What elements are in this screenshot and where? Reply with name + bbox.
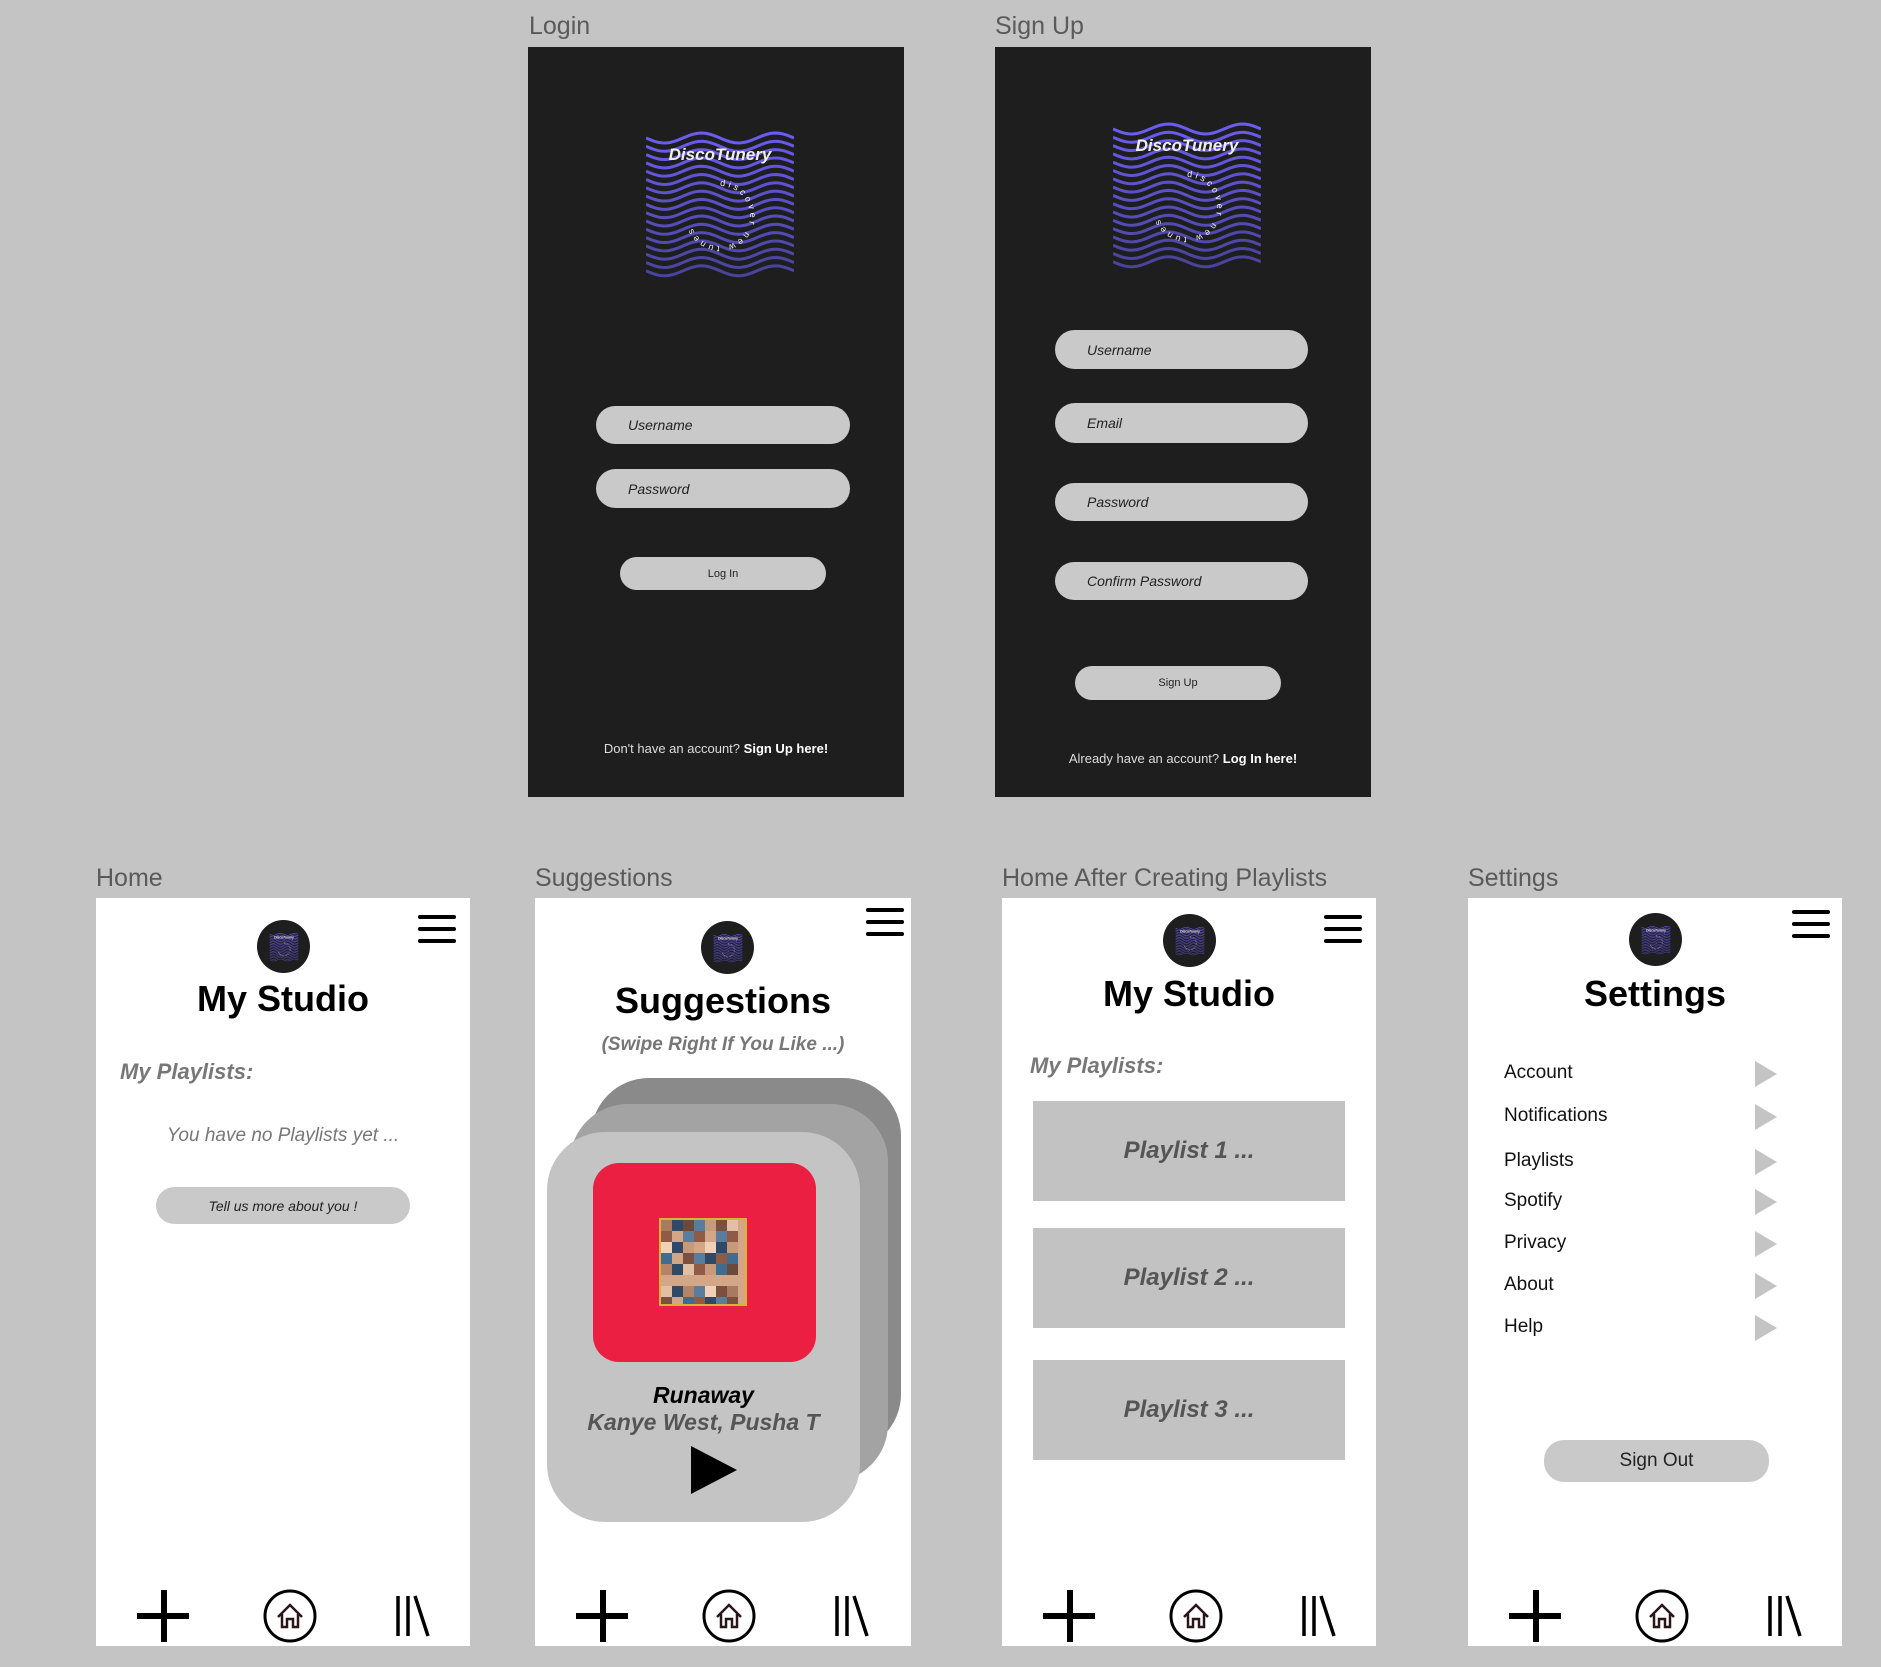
- playlists-heading: My Playlists:: [1030, 1053, 1164, 1078]
- home-icon[interactable]: [701, 1588, 757, 1644]
- settings-item-help[interactable]: Help: [1504, 1316, 1543, 1338]
- plus-icon[interactable]: [135, 1588, 191, 1644]
- logo-wordmark: DiscoTunery: [1136, 136, 1240, 155]
- swipe-hint: (Swipe Right If You Like ...): [601, 1034, 845, 1055]
- song-title: Runaway: [653, 1382, 754, 1408]
- page-title: Suggestions: [614, 980, 832, 1021]
- page-title: My Studio: [1103, 973, 1275, 1014]
- login-screen: DiscoTunery discover new tunes Username P…: [528, 47, 904, 797]
- settings-frame-label: Settings: [1468, 864, 1559, 892]
- suggestions-screen: DiscoTunery discover new tunes Suggestion…: [535, 898, 911, 1646]
- play-icon[interactable]: [689, 1446, 737, 1494]
- song-artist: Kanye West, Pusha T: [587, 1409, 820, 1435]
- settings-screen: DiscoTunery discover new tunes Settings A…: [1468, 898, 1842, 1646]
- plus-icon[interactable]: [574, 1588, 630, 1644]
- logo-wordmark: DiscoTunery: [1180, 929, 1200, 933]
- signup-frame-label: Sign Up: [995, 12, 1084, 40]
- settings-item-account[interactable]: Account: [1504, 1062, 1573, 1084]
- email-input[interactable]: Email: [1055, 403, 1308, 443]
- library-icon[interactable]: [384, 1588, 440, 1644]
- chevron-right-icon[interactable]: [1755, 1189, 1777, 1215]
- logo-wordmark: DiscoTunery: [669, 145, 773, 164]
- chevron-right-icon[interactable]: [1755, 1149, 1777, 1175]
- confirm-password-input[interactable]: Confirm Password: [1055, 562, 1308, 600]
- home-icon[interactable]: [262, 1588, 318, 1644]
- login-frame-label: Login: [529, 12, 591, 40]
- library-icon[interactable]: [1290, 1588, 1346, 1644]
- logo-wordmark: DiscoTunery: [274, 935, 294, 939]
- home-screen: DiscoTunery discover new tunes My Studio …: [96, 898, 470, 1646]
- chevron-right-icon[interactable]: [1755, 1273, 1777, 1299]
- hamburger-menu-icon[interactable]: [418, 915, 456, 945]
- home-after-screen: DiscoTunery discover new tunes My Studio …: [1002, 898, 1376, 1646]
- playlist-card[interactable]: Playlist 3 ...: [1033, 1360, 1345, 1460]
- home-icon[interactable]: [1168, 1588, 1224, 1644]
- discotunery-logo: DiscoTunerydiscover new tunes: [1113, 122, 1261, 269]
- settings-item-privacy[interactable]: Privacy: [1504, 1232, 1566, 1254]
- signup-prompt-text: Don't have an account?: [603, 741, 741, 756]
- signup-screen: DiscoTunery discover new tunes Username E…: [995, 47, 1371, 797]
- song-card[interactable]: Runaway Kanye West, Pusha T: [547, 1132, 860, 1522]
- playlist-card[interactable]: Playlist 2 ...: [1033, 1228, 1345, 1328]
- settings-item-about[interactable]: About: [1504, 1274, 1554, 1296]
- discotunery-logo: DiscoTunerydiscover new tunes: [646, 131, 794, 278]
- playlists-heading: My Playlists:: [120, 1059, 254, 1084]
- profile-avatar[interactable]: DiscoTunery discover new tunes: [1163, 914, 1216, 967]
- password-input[interactable]: Password: [596, 469, 850, 508]
- username-input[interactable]: Username: [1055, 330, 1308, 369]
- login-link[interactable]: Log In here!: [1223, 751, 1297, 766]
- hamburger-menu-icon[interactable]: [1324, 915, 1362, 945]
- hamburger-menu-icon[interactable]: [1792, 910, 1830, 940]
- settings-item-notifications[interactable]: Notifications: [1504, 1105, 1608, 1127]
- logo-wordmark: DiscoTunery: [718, 936, 738, 940]
- username-input[interactable]: Username: [596, 406, 850, 444]
- login-prompt-text: Already have an account?: [1068, 751, 1220, 766]
- signup-button[interactable]: Sign Up: [1075, 666, 1281, 700]
- library-icon[interactable]: [823, 1588, 879, 1644]
- chevron-right-icon[interactable]: [1755, 1231, 1777, 1257]
- chevron-right-icon[interactable]: [1755, 1104, 1777, 1130]
- album-cover-image: [659, 1218, 747, 1306]
- album-art: [593, 1163, 816, 1362]
- settings-item-playlists[interactable]: Playlists: [1504, 1150, 1574, 1172]
- home-icon[interactable]: [1634, 1588, 1690, 1644]
- suggestions-frame-label: Suggestions: [535, 864, 673, 892]
- chevron-right-icon[interactable]: [1755, 1061, 1777, 1087]
- chevron-right-icon[interactable]: [1755, 1315, 1777, 1341]
- settings-item-spotify[interactable]: Spotify: [1504, 1190, 1562, 1212]
- login-prompt: Already have an account? Log In here!: [995, 751, 1371, 766]
- plus-icon[interactable]: [1041, 1588, 1097, 1644]
- home-after-frame-label: Home After Creating Playlists: [1002, 864, 1328, 892]
- empty-playlists-text: You have no Playlists yet ...: [166, 1125, 400, 1146]
- logo-icon: DiscoTunerydiscover new tunes: [269, 932, 298, 961]
- logo-icon: DiscoTunerydiscover new tunes: [1175, 926, 1204, 955]
- home-frame-label: Home: [96, 864, 163, 892]
- sign-out-button[interactable]: Sign Out: [1544, 1440, 1769, 1482]
- logo-wordmark: DiscoTunery: [1646, 928, 1666, 932]
- tell-us-more-button[interactable]: Tell us more about you !: [156, 1187, 410, 1224]
- plus-icon[interactable]: [1507, 1588, 1563, 1644]
- logo-icon: DiscoTunerydiscover new tunes: [1641, 925, 1670, 954]
- profile-avatar[interactable]: DiscoTunery discover new tunes: [1629, 913, 1682, 966]
- signup-prompt: Don't have an account? Sign Up here!: [528, 741, 904, 756]
- login-button[interactable]: Log In: [620, 557, 826, 590]
- signup-link[interactable]: Sign Up here!: [744, 741, 829, 756]
- page-title: Settings: [1583, 973, 1726, 1014]
- logo-icon: DiscoTunerydiscover new tunes: [713, 933, 742, 962]
- hamburger-menu-icon[interactable]: [866, 908, 904, 938]
- profile-avatar[interactable]: DiscoTunery discover new tunes: [701, 921, 754, 974]
- page-title: My Studio: [197, 978, 369, 1019]
- playlist-card[interactable]: Playlist 1 ...: [1033, 1101, 1345, 1201]
- library-icon[interactable]: [1756, 1588, 1812, 1644]
- password-input[interactable]: Password: [1055, 483, 1308, 521]
- profile-avatar[interactable]: DiscoTunery discover new tunes: [257, 920, 310, 973]
